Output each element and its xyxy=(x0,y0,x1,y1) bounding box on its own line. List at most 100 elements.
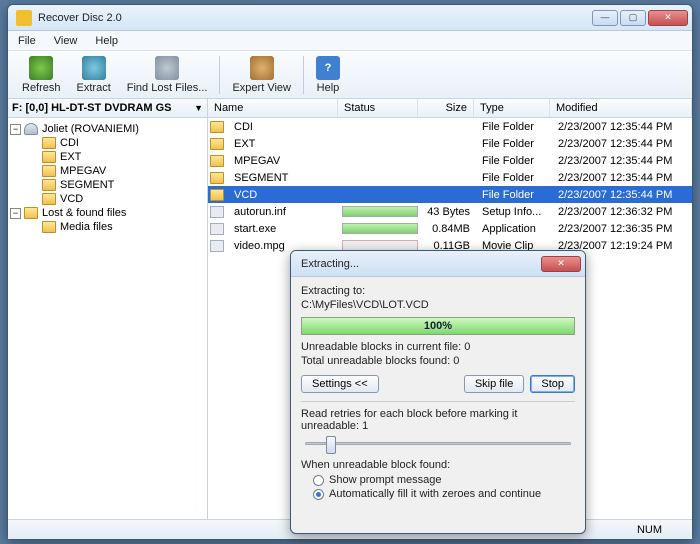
list-header: Name Status Size Type Modified xyxy=(208,99,692,118)
cell-modified: 2/23/2007 12:35:44 PM xyxy=(552,172,692,184)
drive-label: F: [0,0] HL-DT-ST DVDRAM GS xyxy=(12,102,172,114)
cell-type: File Folder xyxy=(476,138,552,150)
table-row[interactable]: start.exe 0.84MBApplication2/23/2007 12:3… xyxy=(208,220,692,237)
table-row[interactable]: EXT File Folder2/23/2007 12:35:44 PM xyxy=(208,135,692,152)
tree-node-joliet[interactable]: −Joliet (ROVANIEMI) xyxy=(10,122,205,136)
disc-icon xyxy=(24,123,38,135)
table-row[interactable]: autorun.inf 43 BytesSetup Info...2/23/200… xyxy=(208,203,692,220)
stop-button[interactable]: Stop xyxy=(530,375,575,393)
col-name[interactable]: Name xyxy=(208,99,338,117)
cell-name: MPEGAV xyxy=(228,155,340,167)
slider-thumb[interactable] xyxy=(326,436,336,454)
menu-file[interactable]: File xyxy=(14,33,40,49)
table-row[interactable]: CDI File Folder2/23/2007 12:35:44 PM xyxy=(208,118,692,135)
tree-node-mpegav[interactable]: MPEGAV xyxy=(10,164,205,178)
dialog-titlebar[interactable]: Extracting... ✕ xyxy=(291,251,585,277)
cell-size: 43 Bytes xyxy=(420,206,476,218)
progress-bar: 100% xyxy=(301,317,575,335)
folder-icon xyxy=(42,151,56,163)
toolbar-separator xyxy=(219,56,220,94)
radio-auto-fill[interactable]: Automatically fill it with zeroes and co… xyxy=(301,487,575,501)
cell-modified: 2/23/2007 12:36:32 PM xyxy=(552,206,692,218)
cell-name: EXT xyxy=(228,138,340,150)
cell-modified: 2/23/2007 12:35:44 PM xyxy=(552,121,692,133)
expert-view-button[interactable]: Expert View xyxy=(224,54,299,96)
settings-button[interactable]: Settings << xyxy=(301,375,379,393)
refresh-icon xyxy=(29,56,53,80)
table-row[interactable]: VCDFile Folder2/23/2007 12:35:44 PM xyxy=(208,186,692,203)
tree-pane: F: [0,0] HL-DT-ST DVDRAM GS ▼ −Joliet (R… xyxy=(8,99,208,519)
retries-slider[interactable] xyxy=(305,442,571,445)
help-icon: ? xyxy=(316,56,340,80)
cell-name: CDI xyxy=(228,121,340,133)
cell-type: File Folder xyxy=(476,189,552,201)
table-row[interactable]: MPEGAV File Folder2/23/2007 12:35:44 PM xyxy=(208,152,692,169)
retries-label: Read retries for each block before marki… xyxy=(301,408,575,432)
cell-name: SEGMENT xyxy=(228,172,340,184)
tree-node-media[interactable]: Media files xyxy=(10,220,205,234)
maximize-button[interactable]: ▢ xyxy=(620,10,646,26)
cell-type: File Folder xyxy=(476,155,552,167)
find-lost-files-button[interactable]: Find Lost Files... xyxy=(119,54,216,96)
cell-modified: 2/23/2007 12:35:44 PM xyxy=(552,189,692,201)
col-type[interactable]: Type xyxy=(474,99,550,117)
col-modified[interactable]: Modified xyxy=(550,99,692,117)
cell-modified: 2/23/2007 12:35:44 PM xyxy=(552,138,692,150)
num-lock-indicator: NUM xyxy=(637,524,662,536)
tree-node-segment[interactable]: SEGMENT xyxy=(10,178,205,192)
menu-help[interactable]: Help xyxy=(91,33,122,49)
dialog-close-button[interactable]: ✕ xyxy=(541,256,581,272)
file-icon xyxy=(210,223,224,235)
radio-icon xyxy=(313,489,324,500)
tree-node-lost-found[interactable]: −Lost & found files xyxy=(10,206,205,220)
folder-icon xyxy=(210,138,224,150)
col-status[interactable]: Status xyxy=(338,99,418,117)
folder-icon xyxy=(42,179,56,191)
menu-view[interactable]: View xyxy=(50,33,82,49)
cell-type: File Folder xyxy=(476,172,552,184)
when-unreadable-label: When unreadable block found: xyxy=(301,459,575,471)
tree-node-vcd[interactable]: VCD xyxy=(10,192,205,206)
folder-tree: −Joliet (ROVANIEMI) CDI EXT MPEGAV SEGME… xyxy=(8,118,207,238)
minimize-button[interactable]: — xyxy=(592,10,618,26)
folder-icon xyxy=(210,121,224,133)
extract-button[interactable]: Extract xyxy=(69,54,119,96)
extracting-dialog: Extracting... ✕ Extracting to: C:\MyFile… xyxy=(290,250,586,534)
unreadable-current: Unreadable blocks in current file: 0 xyxy=(301,341,575,353)
cell-modified: 2/23/2007 12:36:35 PM xyxy=(552,223,692,235)
cell-name: start.exe xyxy=(228,223,340,235)
chevron-down-icon: ▼ xyxy=(194,103,203,113)
titlebar[interactable]: Recover Disc 2.0 — ▢ ✕ xyxy=(8,5,692,31)
status-progress xyxy=(342,223,418,234)
unreadable-total: Total unreadable blocks found: 0 xyxy=(301,355,575,367)
toolbar: Refresh Extract Find Lost Files... Exper… xyxy=(8,51,692,99)
folder-icon xyxy=(42,193,56,205)
folder-icon xyxy=(210,155,224,167)
cell-type: Setup Info... xyxy=(476,206,552,218)
skip-file-button[interactable]: Skip file xyxy=(464,375,525,393)
extracting-to-label: Extracting to: xyxy=(301,285,575,297)
folder-icon xyxy=(210,172,224,184)
toolbar-separator xyxy=(303,56,304,94)
help-button[interactable]: ?Help xyxy=(308,54,348,96)
tree-node-ext[interactable]: EXT xyxy=(10,150,205,164)
col-size[interactable]: Size xyxy=(418,99,474,117)
cell-type: Application xyxy=(476,223,552,235)
drive-selector[interactable]: F: [0,0] HL-DT-ST DVDRAM GS ▼ xyxy=(8,99,207,118)
refresh-button[interactable]: Refresh xyxy=(14,54,69,96)
collapse-icon[interactable]: − xyxy=(10,208,21,219)
menubar: File View Help xyxy=(8,31,692,51)
cell-size: 0.84MB xyxy=(420,223,476,235)
cell-modified: 2/23/2007 12:35:44 PM xyxy=(552,155,692,167)
table-row[interactable]: SEGMENT File Folder2/23/2007 12:35:44 PM xyxy=(208,169,692,186)
radio-icon xyxy=(313,475,324,486)
cell-name: autorun.inf xyxy=(228,206,340,218)
radio-show-prompt[interactable]: Show prompt message xyxy=(301,473,575,487)
collapse-icon[interactable]: − xyxy=(10,124,21,135)
file-icon xyxy=(210,240,224,252)
extract-icon xyxy=(82,56,106,80)
cell-type: File Folder xyxy=(476,121,552,133)
tree-node-cdi[interactable]: CDI xyxy=(10,136,205,150)
detective-icon xyxy=(250,56,274,80)
close-button[interactable]: ✕ xyxy=(648,10,688,26)
